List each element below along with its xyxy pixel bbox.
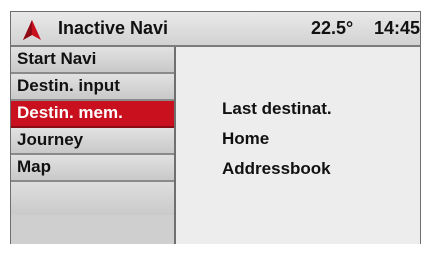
clock-readout: 14:45 — [374, 18, 421, 38]
navigation-screen: Inactive Navi 22.5° 14:45 Start Navi Des… — [10, 11, 421, 244]
navigation-status-title: Inactive Navi — [58, 18, 169, 38]
menu-item-label: Destin. mem. — [17, 103, 123, 122]
menu-item-label: Destin. input — [17, 76, 120, 95]
main-menu: Start Navi Destin. input Destin. mem. Jo… — [11, 47, 176, 244]
menu-item-label: Start Navi — [17, 49, 97, 68]
option-last-destination[interactable]: Last destinat. — [222, 99, 332, 119]
status-bar: Inactive Navi 22.5° 14:45 — [11, 12, 420, 47]
menu-item-label: Journey — [17, 130, 84, 149]
navigation-arrow-icon — [23, 20, 41, 40]
menu-item-journey[interactable]: Journey — [11, 128, 174, 155]
menu-item-empty — [11, 182, 174, 215]
temperature-readout: 22.5° — [311, 18, 354, 38]
menu-item-start-navi[interactable]: Start Navi — [11, 47, 174, 74]
menu-item-destin-input[interactable]: Destin. input — [11, 74, 174, 101]
menu-item-label: Map — [17, 157, 51, 176]
destination-memory-panel: Last destinat. Home Addressbook — [176, 47, 420, 244]
option-home[interactable]: Home — [222, 129, 269, 149]
menu-item-destin-mem[interactable]: Destin. mem. — [11, 101, 174, 128]
option-addressbook[interactable]: Addressbook — [222, 159, 331, 179]
menu-item-map[interactable]: Map — [11, 155, 174, 182]
